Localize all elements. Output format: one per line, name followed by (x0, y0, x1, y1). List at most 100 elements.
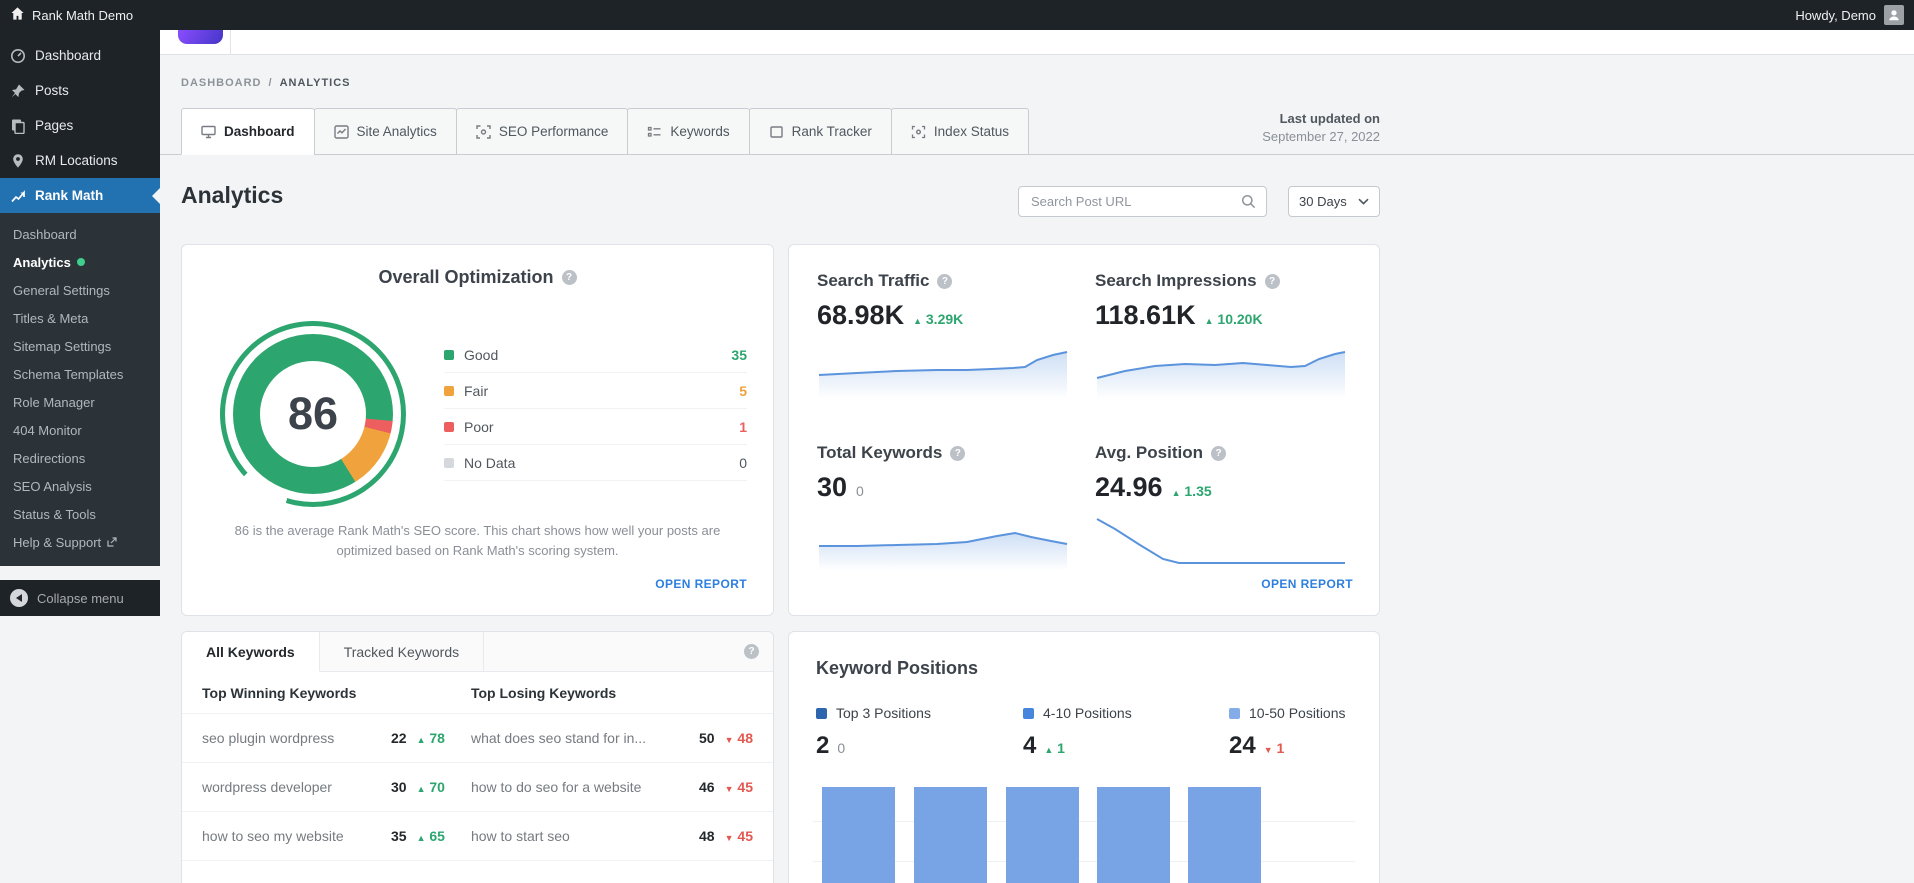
keyword-link[interactable]: how to do seo for a website (471, 779, 699, 795)
submenu-item-dashboard[interactable]: Dashboard (0, 220, 160, 248)
page-title: Analytics (181, 182, 283, 209)
stat-avg-position: Avg. Position 24.96 ▲ 1.35 (1095, 443, 1351, 571)
main-content: DASHBOARD / ANALYTICS Dashboard Site Ana… (160, 30, 1914, 883)
tab-all-keywords[interactable]: All Keywords (182, 632, 320, 672)
search-icon[interactable] (1241, 194, 1256, 209)
rank-math-logo (178, 30, 223, 44)
period-select[interactable]: 30 Days (1288, 186, 1380, 217)
chart-square-icon (334, 125, 349, 139)
keyword-link[interactable]: how to start seo (471, 828, 699, 844)
no-data-swatch (444, 458, 454, 468)
monitor-icon (201, 125, 216, 139)
up-arrow-icon: ▲ (417, 833, 426, 843)
help-icon[interactable] (744, 644, 759, 659)
tab-tracked-keywords[interactable]: Tracked Keywords (320, 632, 484, 672)
breadcrumb: DASHBOARD / ANALYTICS (181, 77, 351, 89)
keyword-positions-card: Keyword Positions Top 3 Positions 20 4-1… (788, 631, 1380, 883)
tab-keywords[interactable]: Keywords (627, 108, 749, 155)
submenu-item-redirections[interactable]: Redirections (0, 444, 160, 472)
tab-site-analytics[interactable]: Site Analytics (314, 108, 457, 155)
up-arrow-icon: ▲ (1205, 316, 1214, 326)
sidebar-item-rank-math[interactable]: Rank Math (0, 178, 160, 213)
keyword-link[interactable]: seo plugin wordpress (202, 730, 391, 746)
home-icon[interactable] (10, 6, 25, 24)
submenu-item-general-settings[interactable]: General Settings (0, 276, 160, 304)
sidebar-item-rm-locations[interactable]: RM Locations (0, 143, 160, 178)
score-caption: 86 is the average Rank Math's SEO score.… (222, 521, 733, 561)
help-icon[interactable] (1211, 446, 1226, 461)
help-icon[interactable] (937, 274, 952, 289)
submenu-item-sitemap-settings[interactable]: Sitemap Settings (0, 332, 160, 360)
tab-bar: Dashboard Site Analytics SEO Performance… (181, 108, 1029, 155)
open-report-link[interactable]: OPEN REPORT (655, 577, 747, 591)
keyword-link[interactable]: wordpress developer (202, 779, 391, 795)
good-swatch (444, 350, 454, 360)
pin-icon (10, 83, 26, 99)
new-indicator-dot (77, 258, 85, 266)
up-arrow-icon: ▲ (1044, 745, 1053, 755)
sidebar-item-label: Rank Math (35, 188, 103, 203)
site-name[interactable]: Rank Math Demo (32, 8, 133, 23)
submenu-item-seo-analysis[interactable]: SEO Analysis (0, 472, 160, 500)
table-row: wordpress developer 30 ▲ 70 how to do se… (182, 763, 773, 812)
group-top3: Top 3 Positions 20 (816, 705, 1001, 760)
user-greeting[interactable]: Howdy, Demo (1795, 8, 1876, 23)
losing-column-header: Top Losing Keywords (461, 685, 753, 701)
up-arrow-icon: ▲ (1172, 488, 1181, 498)
dashboard-icon (10, 48, 26, 64)
sidebar-item-posts[interactable]: Posts (0, 73, 160, 108)
sidebar: Dashboard Posts Pages RM Locations Rank … (0, 30, 160, 616)
sidebar-item-pages[interactable]: Pages (0, 108, 160, 143)
collapse-arrow-icon (10, 589, 28, 607)
legend-row-good: Good 35 (444, 337, 747, 373)
submenu-item-help-support[interactable]: Help & Support (0, 528, 160, 556)
tab-rank-tracker[interactable]: Rank Tracker (749, 108, 892, 155)
group-4-10: 4-10 Positions 4▲ 1 (1023, 705, 1208, 760)
mid-swatch (1023, 708, 1034, 719)
divider (230, 30, 231, 55)
sidebar-item-dashboard[interactable]: Dashboard (0, 38, 160, 73)
open-report-link[interactable]: OPEN REPORT (1261, 577, 1353, 591)
help-icon[interactable] (562, 270, 577, 285)
submenu-item-404-monitor[interactable]: 404 Monitor (0, 416, 160, 444)
avatar[interactable] (1884, 5, 1904, 25)
tab-seo-performance[interactable]: SEO Performance (456, 108, 629, 155)
avg-position-sparkline (1095, 515, 1347, 571)
search-input[interactable] (1019, 194, 1241, 209)
group-10-50: 10-50 Positions 24▼ 1 (1229, 705, 1380, 760)
rank-math-submenu: Dashboard Analytics General Settings Tit… (0, 213, 160, 566)
stat-total-keywords: Total Keywords 30 0 (817, 443, 1073, 571)
table-row (182, 861, 773, 883)
sidebar-item-label: Posts (35, 83, 69, 98)
submenu-item-schema-templates[interactable]: Schema Templates (0, 360, 160, 388)
help-icon[interactable] (1265, 274, 1280, 289)
help-icon[interactable] (950, 446, 965, 461)
keywords-tab-bar: All Keywords Tracked Keywords (182, 632, 773, 672)
submenu-item-analytics[interactable]: Analytics (0, 248, 160, 276)
card-title: Keyword Positions (816, 658, 978, 679)
keyword-link[interactable]: how to seo my website (202, 828, 391, 844)
sidebar-item-label: RM Locations (35, 153, 118, 168)
stat-search-impressions: Search Impressions 118.61K ▲ 10.20K (1095, 271, 1351, 399)
eye-brackets-icon (911, 125, 926, 139)
admin-bar: Rank Math Demo Howdy, Demo (0, 0, 1914, 30)
keywords-table-header: Top Winning Keywords Top Losing Keywords (182, 672, 773, 714)
tab-index-status[interactable]: Index Status (891, 108, 1029, 155)
tab-dashboard[interactable]: Dashboard (181, 108, 315, 155)
search-post-url (1018, 186, 1267, 217)
collapse-menu-button[interactable]: Collapse menu (0, 580, 160, 616)
breadcrumb-parent[interactable]: DASHBOARD (181, 77, 262, 89)
analytics-stats-card: Search Traffic 68.98K ▲ 3.29K Search Imp… (788, 244, 1380, 616)
submenu-item-titles-meta[interactable]: Titles & Meta (0, 304, 160, 332)
submenu-item-status-tools[interactable]: Status & Tools (0, 500, 160, 528)
submenu-item-role-manager[interactable]: Role Manager (0, 388, 160, 416)
down-arrow-icon: ▼ (725, 784, 734, 794)
sidebar-item-label: Pages (35, 118, 73, 133)
keyword-link[interactable]: what does seo stand for in... (471, 730, 699, 746)
external-link-icon (107, 537, 117, 547)
seo-score-value: 86 (220, 321, 406, 507)
down-arrow-icon: ▼ (725, 833, 734, 843)
light-swatch (1229, 708, 1240, 719)
list-icon (647, 125, 662, 139)
search-traffic-sparkline (817, 343, 1069, 399)
